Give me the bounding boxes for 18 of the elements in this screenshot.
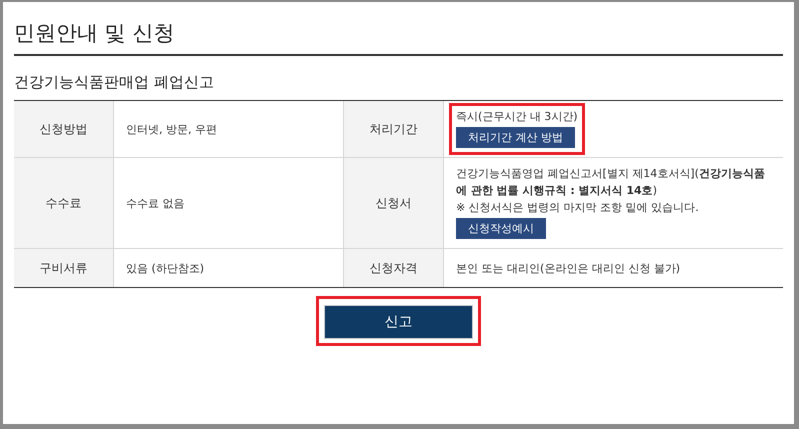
table-header-cell: 신청자격 <box>344 249 444 287</box>
submit-button[interactable]: 신고 <box>324 305 473 339</box>
page-title: 민원안내 및 신청 <box>14 2 783 56</box>
section-title: 건강기능식품판매업 폐업신고 <box>14 72 215 93</box>
cell-text: 있음 (하단참조) <box>126 260 204 276</box>
cell-text: 즉시(근무시간 내 3시간) <box>456 109 578 125</box>
action-button[interactable]: 처리기간 계산 방법 <box>456 127 575 148</box>
cell-text: 건강기능식품영업 폐업신고서[별지 제14호서식](건강기능식품에 관한 법률 시행규칙 : 별지서식 14호) <box>456 166 766 199</box>
table-header-cell: 처리기간 <box>344 101 444 157</box>
cell-text: 수수료 없음 <box>126 196 184 212</box>
table-header-cell: 수수료 <box>14 158 114 248</box>
table-header-cell: 신청방법 <box>14 101 114 157</box>
cell-text: 본인 또는 대리인(온라인은 대리인 신청 불가) <box>456 260 680 276</box>
table-header-cell: 구비서류 <box>14 249 114 287</box>
table-header-cell: 신청서 <box>344 158 444 248</box>
action-button[interactable]: 신청작성예시 <box>456 218 546 239</box>
cell-text: 인터넷, 방문, 우편 <box>126 122 217 138</box>
cell-text: ※ 신청서식은 법령의 마지막 조항 밑에 있습니다. <box>456 200 700 216</box>
